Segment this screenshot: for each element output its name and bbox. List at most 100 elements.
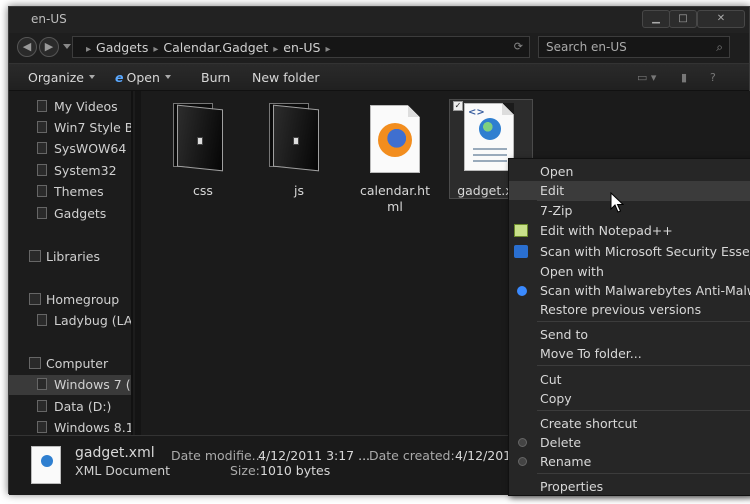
folder-icon (37, 164, 47, 176)
sidebar-item-label: Ladybug (LA (54, 313, 133, 328)
open-label: Open (126, 70, 160, 85)
chevron-down-icon (89, 75, 95, 79)
breadcrumb-separator-icon[interactable]: ▸ (86, 44, 91, 55)
menu-item-rename[interactable]: Rename (509, 452, 750, 471)
menu-item-scan-mse[interactable]: Scan with Microsoft Security Essentia (509, 242, 750, 261)
sidebar-item-windows7-drive[interactable]: Windows 7 ( (9, 375, 131, 395)
folder-icon (37, 142, 47, 154)
window-title: en-US (31, 12, 67, 26)
menu-item-send-to[interactable]: Send to (509, 325, 750, 344)
menu-item-open-with[interactable]: Open with (509, 262, 750, 281)
burn-button[interactable]: Burn (201, 70, 230, 85)
sidebar-item-system32[interactable]: System32 (9, 161, 131, 181)
sidebar-item-label: System32 (54, 163, 117, 178)
search-input[interactable]: Search en-US ⌕ (538, 36, 730, 58)
preview-pane-icon[interactable]: ▮ (681, 71, 687, 84)
sidebar-item-label: SysWOW64 (54, 141, 127, 156)
sidebar-item-syswow64[interactable]: SysWOW64 (9, 139, 131, 159)
menu-separator (537, 410, 750, 411)
internet-explorer-icon: e (115, 70, 124, 85)
back-button[interactable]: ◀ (17, 37, 37, 57)
maximize-button[interactable]: □ (669, 10, 697, 28)
firefox-document-icon (370, 105, 420, 173)
drive-icon (37, 378, 47, 390)
menu-item-cut[interactable]: Cut (509, 370, 750, 389)
forward-button[interactable]: ▶ (39, 37, 59, 57)
sidebar-item-label: Data (D:) (54, 399, 112, 414)
menu-separator (537, 321, 750, 322)
sidebar-item-win7-style[interactable]: Win7 Style B (9, 118, 131, 138)
computer-icon (29, 357, 41, 369)
notepad-plus-icon (514, 224, 528, 237)
menu-item-edit-notepadpp[interactable]: Edit with Notepad++ (509, 221, 750, 240)
breadcrumb-en-us[interactable]: en-US (283, 40, 320, 55)
menu-item-move-to-folder[interactable]: Move To folder... (509, 344, 750, 363)
new-folder-button[interactable]: New folder (252, 70, 320, 85)
menu-item-open[interactable]: Open (509, 162, 750, 181)
breadcrumb-gadgets[interactable]: Gadgets (96, 40, 148, 55)
menu-item-copy[interactable]: Copy (509, 389, 750, 408)
chevron-down-icon (164, 75, 171, 79)
file-item-calendar-html[interactable]: calendar.ht ml (355, 99, 435, 225)
file-item-js[interactable]: js (259, 99, 339, 209)
breadcrumb: ▸ Gadgets ▸ Calendar.Gadget ▸ en-US ▸ (81, 40, 336, 55)
menu-item-properties[interactable]: Properties (509, 477, 750, 495)
context-menu: Open Edit 7-Zip Edit with Notepad++ Scan… (508, 158, 750, 496)
breadcrumb-separator-icon[interactable]: ▸ (273, 44, 278, 55)
sidebar-item-themes[interactable]: Themes (9, 182, 131, 202)
address-bar[interactable]: ▸ Gadgets ▸ Calendar.Gadget ▸ en-US ▸ ⟳ (72, 36, 530, 58)
open-button[interactable]: e Open (115, 70, 171, 85)
close-button[interactable]: ✕ (697, 10, 745, 28)
sidebar-item-label: Gadgets (54, 206, 107, 221)
folder-icon (37, 100, 47, 112)
menu-separator (537, 473, 750, 474)
date-modified-label: Date modifie... (171, 448, 264, 463)
folder-icon (37, 207, 47, 219)
details-file-name: gadget.xml (75, 445, 155, 461)
shield-icon (518, 457, 527, 466)
search-placeholder: Search en-US (546, 40, 627, 54)
recent-pages-dropdown[interactable] (63, 44, 71, 49)
sidebar-item-computer[interactable]: Computer (9, 354, 131, 374)
sidebar-item-label: Windows 7 ( (54, 377, 131, 392)
sidebar-item-label: Themes (54, 184, 104, 199)
date-modified-value: 4/12/2011 3:17 ... (258, 448, 371, 463)
size-value: 1010 bytes (260, 463, 331, 478)
breadcrumb-calendar-gadget[interactable]: Calendar.Gadget (163, 40, 268, 55)
menu-item-restore-versions[interactable]: Restore previous versions (509, 300, 750, 319)
file-name: calendar.ht ml (359, 183, 430, 214)
search-icon[interactable]: ⌕ (716, 40, 723, 55)
help-icon[interactable]: ? (710, 71, 716, 84)
view-options-icon[interactable]: ▭ ▾ (637, 71, 656, 84)
organize-label: Organize (28, 70, 84, 85)
menu-item-7zip[interactable]: 7-Zip (509, 201, 750, 220)
sidebar-item-libraries[interactable]: Libraries (9, 247, 131, 267)
file-item-css[interactable]: css (163, 99, 243, 209)
sidebar-item-data-drive[interactable]: Data (D:) (9, 397, 131, 417)
sidebar-item-windows81-drive[interactable]: Windows 8.1 (9, 418, 131, 435)
sidebar-item-gadgets[interactable]: Gadgets (9, 204, 131, 224)
breadcrumb-separator-icon[interactable]: ▸ (325, 44, 330, 55)
menu-item-edit[interactable]: Edit (509, 181, 750, 200)
menu-separator (537, 365, 750, 366)
minimize-button[interactable]: ▁ (642, 10, 670, 28)
organize-menu[interactable]: Organize (28, 70, 95, 85)
folder-icon (173, 103, 225, 172)
xml-document-icon (31, 446, 61, 484)
sidebar-item-ladybug[interactable]: Ladybug (LA (9, 311, 133, 331)
menu-item-create-shortcut[interactable]: Create shortcut (509, 414, 750, 433)
refresh-icon[interactable]: ⟳ (514, 40, 523, 53)
sidebar-item-my-videos[interactable]: My Videos (9, 97, 131, 117)
sidebar-item-homegroup[interactable]: Homegroup (9, 290, 131, 310)
breadcrumb-separator-icon[interactable]: ▸ (153, 44, 158, 55)
menu-item-delete[interactable]: Delete (509, 433, 750, 452)
menu-item-scan-malwarebytes[interactable]: Scan with Malwarebytes Anti-Malwar (509, 281, 750, 300)
command-bar: Organize e Open Burn New folder ▭ ▾ ▮ ? (9, 63, 749, 91)
folder-icon (269, 103, 321, 172)
size-label: Size: (230, 463, 260, 478)
navigation-bar: ◀ ▶ ▸ Gadgets ▸ Calendar.Gadget ▸ en-US ▸ ⟳ Se… (9, 33, 749, 63)
security-essentials-icon (514, 245, 528, 258)
sidebar-item-label: Homegroup (46, 292, 120, 307)
date-created-label: Date created: (369, 448, 455, 463)
sidebar-item-label: Libraries (46, 249, 100, 264)
